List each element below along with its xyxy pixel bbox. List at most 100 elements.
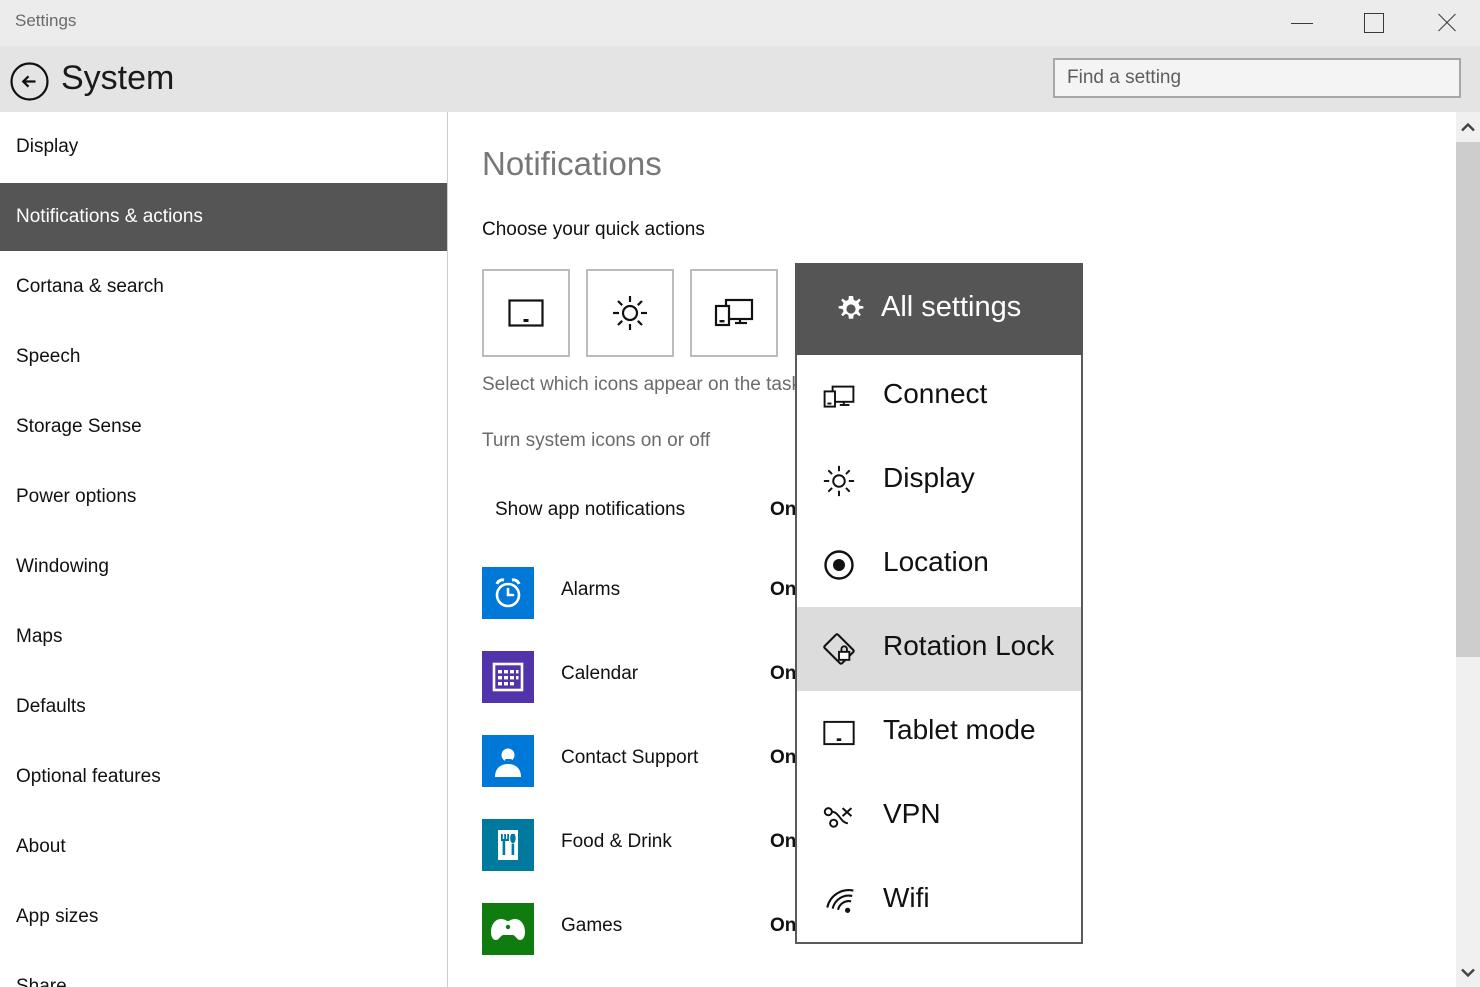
app-state[interactable]: On — [770, 831, 796, 853]
titlebar: Settings — [0, 0, 1480, 46]
close-icon — [1435, 12, 1457, 34]
app-name: Calendar — [561, 663, 639, 684]
app-state[interactable]: On — [770, 747, 796, 769]
alarm-clock-icon — [495, 578, 521, 608]
sidebar-item-label: About — [16, 836, 66, 857]
maximize-icon — [1364, 13, 1384, 33]
quick-action-tile-tablet-mode[interactable] — [482, 269, 570, 357]
menu-item-tablet-mode[interactable]: Tablet mode — [797, 691, 1081, 775]
search-box[interactable] — [1053, 58, 1461, 98]
setting-label: Show app notifications — [495, 499, 686, 520]
sidebar-item-label: Speech — [16, 346, 81, 367]
menu-item-connect[interactable]: Connect — [797, 355, 1081, 439]
sidebar-item-notifications-actions[interactable]: Notifications & actions — [0, 183, 447, 251]
menu-item-all-settings[interactable]: All settings — [795, 263, 1083, 355]
sidebar-item-app-sizes[interactable]: App sizes — [0, 883, 447, 951]
calendar-icon — [492, 662, 524, 692]
window-title: Settings — [15, 11, 77, 30]
app-name: Contact Support — [561, 747, 699, 768]
sidebar-item-speech[interactable]: Speech — [0, 323, 447, 391]
sidebar-item-label: Defaults — [16, 696, 86, 717]
menu-item-label: All settings — [881, 291, 1022, 323]
sidebar-item-windowing[interactable]: Windowing — [0, 533, 447, 601]
connect-icon — [714, 298, 754, 327]
sidebar-item-label: Share — [16, 976, 67, 987]
scrollbar-thumb[interactable] — [1456, 142, 1480, 657]
back-arrow-icon — [10, 62, 49, 101]
chevron-up-icon — [1461, 122, 1475, 131]
menu-item-label: Wifi — [883, 882, 930, 913]
setting-value[interactable]: On — [770, 499, 796, 521]
app-icon-alarms — [482, 567, 534, 619]
app-name: Games — [561, 915, 623, 936]
vertical-scrollbar[interactable] — [1456, 112, 1480, 987]
app-name: Food & Drink — [561, 831, 672, 852]
rotation-lock-icon — [823, 633, 855, 665]
vpn-icon — [823, 807, 853, 828]
sidebar-item-label: Maps — [16, 626, 63, 647]
gear-icon — [838, 296, 864, 319]
menu-item-location[interactable]: Location — [797, 523, 1081, 607]
quick-action-flyout-menu: All settings Connect Display Location Ro… — [795, 263, 1083, 944]
sidebar-item-about[interactable]: About — [0, 813, 447, 881]
app-state[interactable]: On — [770, 579, 796, 601]
sidebar-item-label: Cortana & search — [16, 276, 164, 297]
menu-item-label: Display — [883, 462, 975, 493]
menu-item-label: Connect — [883, 378, 988, 409]
sidebar: Display Notifications & actions Cortana … — [0, 112, 447, 987]
person-headset-icon — [495, 746, 521, 777]
menu-item-label: Location — [883, 546, 989, 577]
tablet-mode-icon — [823, 720, 855, 746]
brightness-icon — [613, 296, 647, 330]
page-title: System — [61, 59, 175, 97]
sidebar-item-label: Display — [16, 136, 79, 157]
link-select-taskbar-icons[interactable]: Select which icons appear on the taskbar — [482, 374, 828, 396]
content-title: Notifications — [482, 145, 662, 182]
scroll-down-button[interactable] — [1456, 957, 1480, 987]
menu-item-display[interactable]: Display — [797, 439, 1081, 523]
sidebar-item-label: Notifications & actions — [16, 206, 203, 227]
sidebar-item-cortana-search[interactable]: Cortana & search — [0, 253, 447, 321]
menu-item-rotation-lock[interactable]: Rotation Lock — [797, 607, 1081, 691]
location-icon — [824, 550, 854, 580]
quick-action-tile-brightness[interactable] — [586, 269, 674, 357]
sidebar-item-share[interactable]: Share — [0, 953, 447, 987]
menu-item-wifi[interactable]: Wifi — [797, 859, 1081, 943]
sidebar-item-label: App sizes — [16, 906, 99, 927]
search-input[interactable] — [1055, 60, 1459, 96]
link-system-icons[interactable]: Turn system icons on or off — [482, 430, 710, 452]
app-icon-contact-support — [482, 735, 534, 787]
tablet-mode-icon — [508, 299, 544, 327]
app-icon-games — [482, 903, 534, 955]
minimize-icon — [1291, 22, 1313, 24]
menu-item-label: VPN — [883, 798, 941, 829]
sidebar-item-defaults[interactable]: Defaults — [0, 673, 447, 741]
app-state[interactable]: On — [770, 663, 796, 685]
scroll-up-button[interactable] — [1456, 112, 1480, 142]
close-button[interactable] — [1411, 0, 1480, 46]
sidebar-item-storage-sense[interactable]: Storage Sense — [0, 393, 447, 461]
sidebar-item-power-options[interactable]: Power options — [0, 463, 447, 531]
quick-actions-label: Choose your quick actions — [482, 219, 705, 240]
sidebar-item-label: Storage Sense — [16, 416, 142, 437]
settings-window: Settings System Display Notifications & … — [0, 0, 1480, 987]
game-controller-icon — [491, 919, 525, 940]
app-icon-calendar — [482, 651, 534, 703]
menu-item-vpn[interactable]: VPN — [797, 775, 1081, 859]
menu-item-label: Tablet mode — [883, 714, 1036, 745]
sidebar-item-label: Optional features — [16, 766, 161, 787]
sidebar-item-label: Power options — [16, 486, 137, 507]
app-state[interactable]: On — [770, 915, 796, 937]
quick-action-tile-connect[interactable] — [690, 269, 778, 357]
back-button[interactable] — [10, 62, 49, 101]
chevron-down-icon — [1461, 968, 1475, 977]
sidebar-item-optional-features[interactable]: Optional features — [0, 743, 447, 811]
app-icon-food-drink — [482, 819, 534, 871]
sidebar-item-maps[interactable]: Maps — [0, 603, 447, 671]
sidebar-item-display[interactable]: Display — [0, 113, 447, 181]
menu-item-label: Rotation Lock — [883, 630, 1055, 661]
app-name: Alarms — [561, 579, 621, 600]
brightness-icon — [823, 465, 855, 497]
maximize-button[interactable] — [1339, 0, 1409, 46]
minimize-button[interactable] — [1267, 0, 1337, 46]
